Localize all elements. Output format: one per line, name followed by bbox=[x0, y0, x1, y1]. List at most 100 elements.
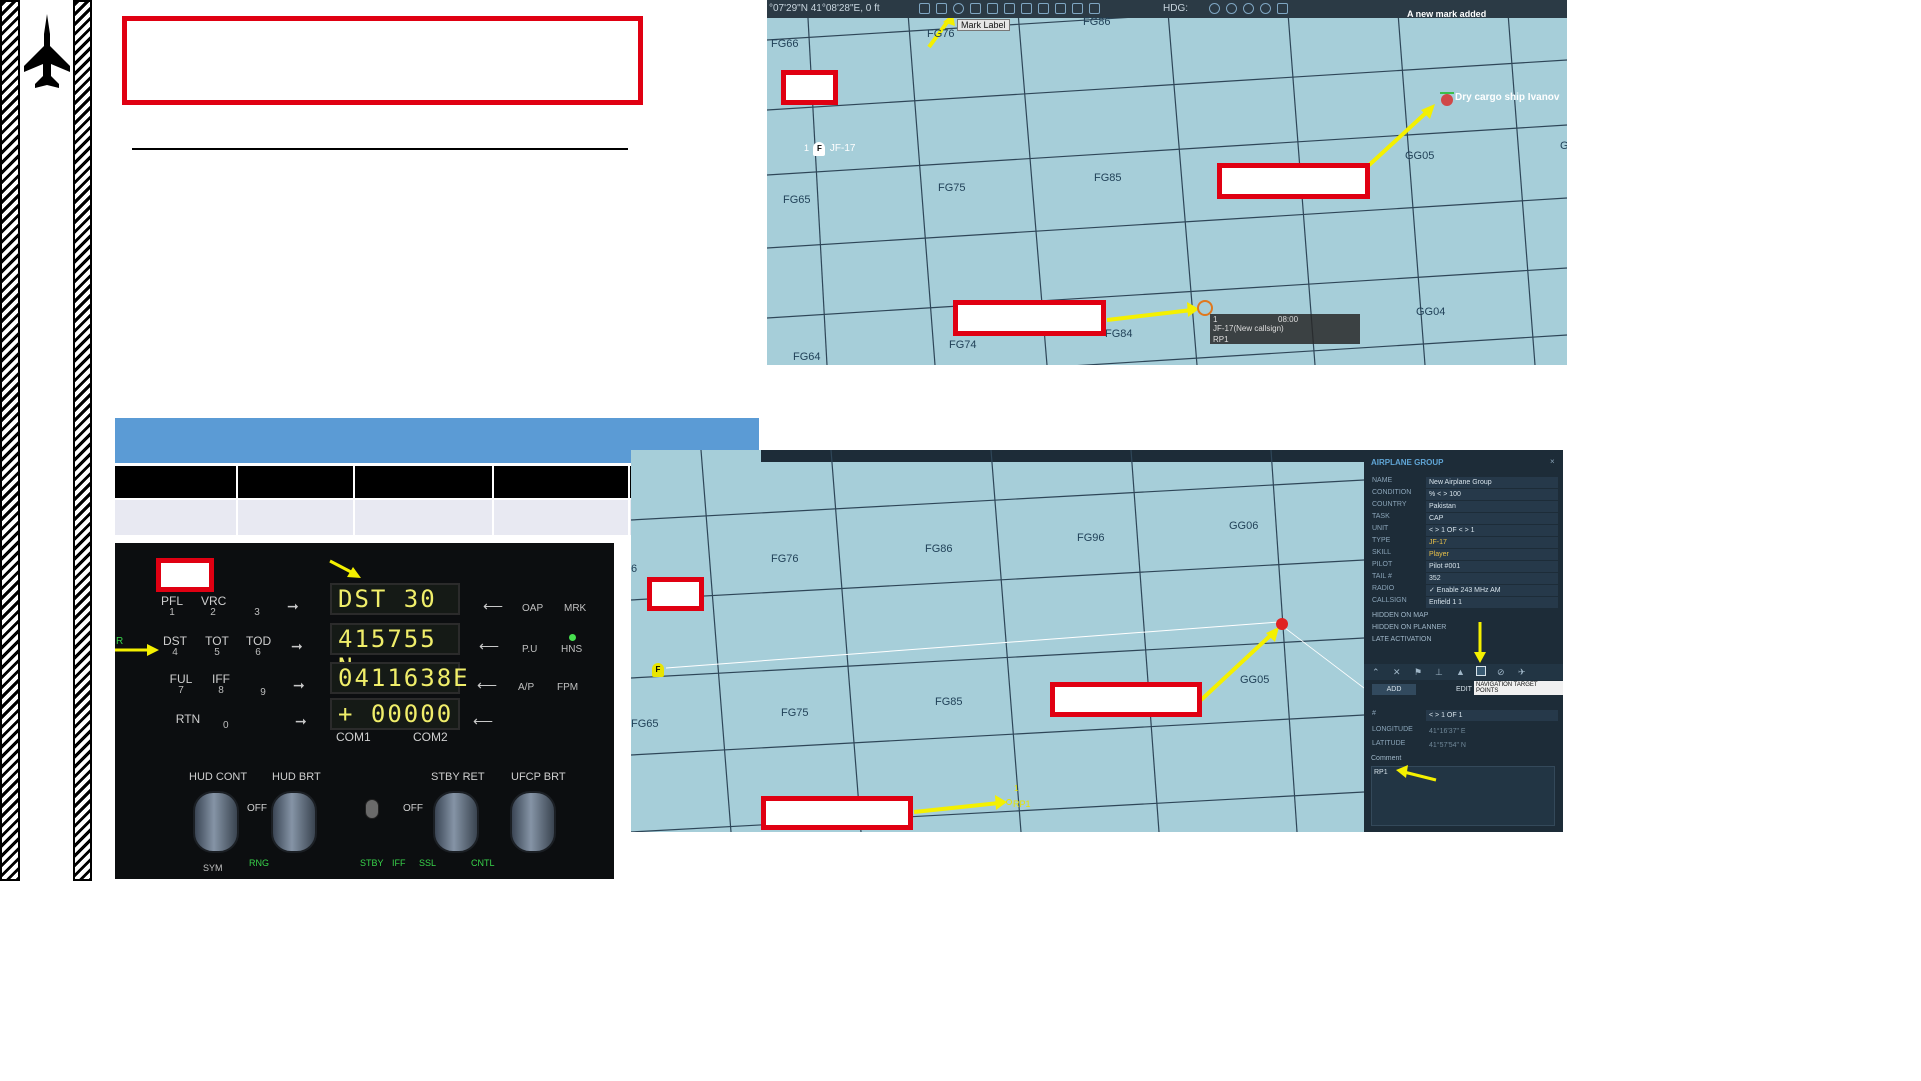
lcd-line-4: + 00000 bbox=[330, 698, 460, 730]
select-arrow-left-2[interactable]: ➞ bbox=[291, 638, 303, 655]
hdg-label: HDG: bbox=[1163, 3, 1188, 14]
key-3[interactable]: 3 bbox=[245, 595, 269, 619]
com1-label[interactable]: COM1 bbox=[336, 730, 371, 744]
callout-box-rp bbox=[761, 796, 913, 830]
grid-label: GG05 bbox=[1240, 674, 1270, 686]
key-hns[interactable]: HNS bbox=[561, 644, 582, 655]
select-arrow-left-4[interactable]: ➞ bbox=[295, 713, 307, 730]
off-label-2: OFF bbox=[403, 803, 423, 814]
key-vrc[interactable]: VRC 2 bbox=[201, 595, 226, 619]
select-arrow-left-1[interactable]: ➞ bbox=[287, 598, 299, 615]
map-grid-bottom bbox=[631, 450, 1364, 832]
select-arrow-left-3[interactable]: ➞ bbox=[293, 677, 305, 694]
knob-label-stby-ret: STBY RET bbox=[431, 771, 485, 783]
key-0-number[interactable]: 0 bbox=[223, 720, 229, 731]
static-tool-icon[interactable] bbox=[936, 3, 947, 14]
key-9[interactable]: 9 bbox=[251, 675, 275, 699]
callout-box-flag bbox=[647, 577, 704, 611]
flag-marker[interactable]: F bbox=[652, 663, 664, 677]
lcd-line-3: 0411638E bbox=[330, 662, 468, 694]
grid-label: GG06 bbox=[1229, 520, 1259, 532]
label-iff: IFF bbox=[392, 858, 406, 868]
rp-label[interactable]: RP1 bbox=[1013, 799, 1031, 809]
label-cntl: CNTL bbox=[471, 858, 495, 868]
title-underline bbox=[132, 148, 628, 150]
grid-label: FG75 bbox=[938, 182, 966, 194]
key-mrk[interactable]: MRK bbox=[564, 603, 586, 614]
label-sym: SYM bbox=[203, 863, 223, 873]
waypoint-index: 1 bbox=[1213, 315, 1218, 324]
callout-box-target-point bbox=[1050, 682, 1202, 717]
key-pu[interactable]: P.U bbox=[522, 644, 537, 655]
time-tool-icon[interactable] bbox=[1072, 3, 1083, 14]
key-oap[interactable]: OAP bbox=[522, 603, 543, 614]
grid-label: FG65 bbox=[783, 194, 811, 206]
key-tot[interactable]: TOT 5 bbox=[205, 635, 229, 659]
grid-label: FG66 bbox=[771, 38, 799, 50]
weather-tool-icon[interactable] bbox=[1021, 3, 1032, 14]
mark-tool-icon[interactable] bbox=[953, 3, 964, 14]
route-tool-icon[interactable] bbox=[919, 3, 930, 14]
zoom-out-icon[interactable] bbox=[1226, 3, 1237, 14]
globe-icon[interactable] bbox=[1260, 3, 1271, 14]
label-stby: STBY bbox=[360, 858, 384, 868]
mission-editor-map-bottom[interactable]: FG76 FG86 FG96 GG06 FG75 FG85 GG05 FG65 … bbox=[631, 450, 1364, 832]
template-tool-icon[interactable] bbox=[987, 3, 998, 14]
key-fpm[interactable]: FPM bbox=[557, 682, 578, 693]
cursor-coords: °07'29"N 41°08'28"E, 0 ft bbox=[769, 3, 880, 14]
key-ful[interactable]: FUL 7 bbox=[169, 673, 193, 697]
grid-label: FG86 bbox=[1083, 16, 1111, 28]
stby-ret-knob[interactable] bbox=[433, 791, 479, 853]
waypoint-name: JF-17(New callsign) bbox=[1213, 324, 1284, 333]
select-arrow-right-4[interactable]: ⟵ bbox=[473, 713, 493, 730]
key-dst[interactable]: DST 4 bbox=[163, 635, 187, 659]
callout-box-mark-tool bbox=[781, 70, 838, 105]
select-arrow-right-3[interactable]: ⟵ bbox=[477, 677, 497, 694]
grid-label: FG85 bbox=[1094, 172, 1122, 184]
key-tod[interactable]: TOD 6 bbox=[246, 635, 271, 659]
grid-label: G bbox=[1560, 140, 1567, 152]
grid-label: FG74 bbox=[949, 339, 977, 351]
map-grid-top bbox=[767, 0, 1567, 365]
select-arrow-right-1[interactable]: ⟵ bbox=[483, 598, 503, 615]
aircraft-marker[interactable]: 1 F JF-17 bbox=[804, 138, 855, 156]
jet-logo-icon bbox=[22, 12, 72, 92]
label-ssl: SSL bbox=[419, 858, 437, 868]
callout-box-waypoint bbox=[953, 300, 1106, 336]
toggle-switch[interactable] bbox=[365, 799, 379, 819]
ruler-tool-icon[interactable] bbox=[1055, 3, 1066, 14]
panel-arrows bbox=[1396, 622, 1486, 782]
key-pfl[interactable]: PFL 1 bbox=[160, 595, 184, 619]
callout-box-mark-added bbox=[1217, 163, 1370, 199]
grid-label: FG75 bbox=[781, 707, 809, 719]
hud-cont-knob[interactable] bbox=[193, 791, 239, 853]
layers-tool-icon[interactable] bbox=[1038, 3, 1049, 14]
measure-tool-icon[interactable] bbox=[1004, 3, 1015, 14]
left-hatched-bar-inner bbox=[73, 0, 92, 881]
rp-number: 1 bbox=[1014, 784, 1019, 793]
label-rng: RNG bbox=[249, 858, 269, 868]
select-arrow-right-2[interactable]: ⟵ bbox=[479, 638, 499, 655]
grid-label: FG64 bbox=[793, 351, 821, 363]
key-ap[interactable]: A/P bbox=[518, 682, 534, 693]
lcd-line-1: DST 30 bbox=[330, 583, 460, 615]
map-toolbar: °07'29"N 41°08'28"E, 0 ft HDG: A new mar… bbox=[767, 0, 1567, 19]
com2-label[interactable]: COM2 bbox=[413, 730, 448, 744]
ufcp-brt-knob[interactable] bbox=[510, 791, 556, 853]
table-header-cell bbox=[353, 466, 495, 499]
knob-label-hud-brt: HUD BRT bbox=[272, 771, 321, 783]
notification-text: A new mark added bbox=[1407, 9, 1487, 19]
zoom-fit-icon[interactable] bbox=[1243, 3, 1254, 14]
key-rtn[interactable]: RTN bbox=[173, 713, 203, 725]
ship-label[interactable]: Dry cargo ship Ivanov bbox=[1455, 92, 1559, 103]
table-header-cell bbox=[236, 466, 355, 499]
mission-editor-map-top[interactable]: °07'29"N 41°08'28"E, 0 ft HDG: A new mar… bbox=[767, 0, 1567, 365]
key-iff[interactable]: IFF 8 bbox=[209, 673, 233, 697]
grid-toggle-icon[interactable] bbox=[1277, 3, 1288, 14]
hud-brt-knob[interactable] bbox=[271, 791, 317, 853]
crosshair-tool-icon[interactable] bbox=[1089, 3, 1100, 14]
waypoint-info-box[interactable]: 1 08:00 JF-17(New callsign) RP1 bbox=[1210, 314, 1360, 344]
mark-label-tooltip: Mark Label bbox=[957, 19, 1010, 31]
zoom-in-icon[interactable] bbox=[1209, 3, 1220, 14]
zone-tool-icon[interactable] bbox=[970, 3, 981, 14]
